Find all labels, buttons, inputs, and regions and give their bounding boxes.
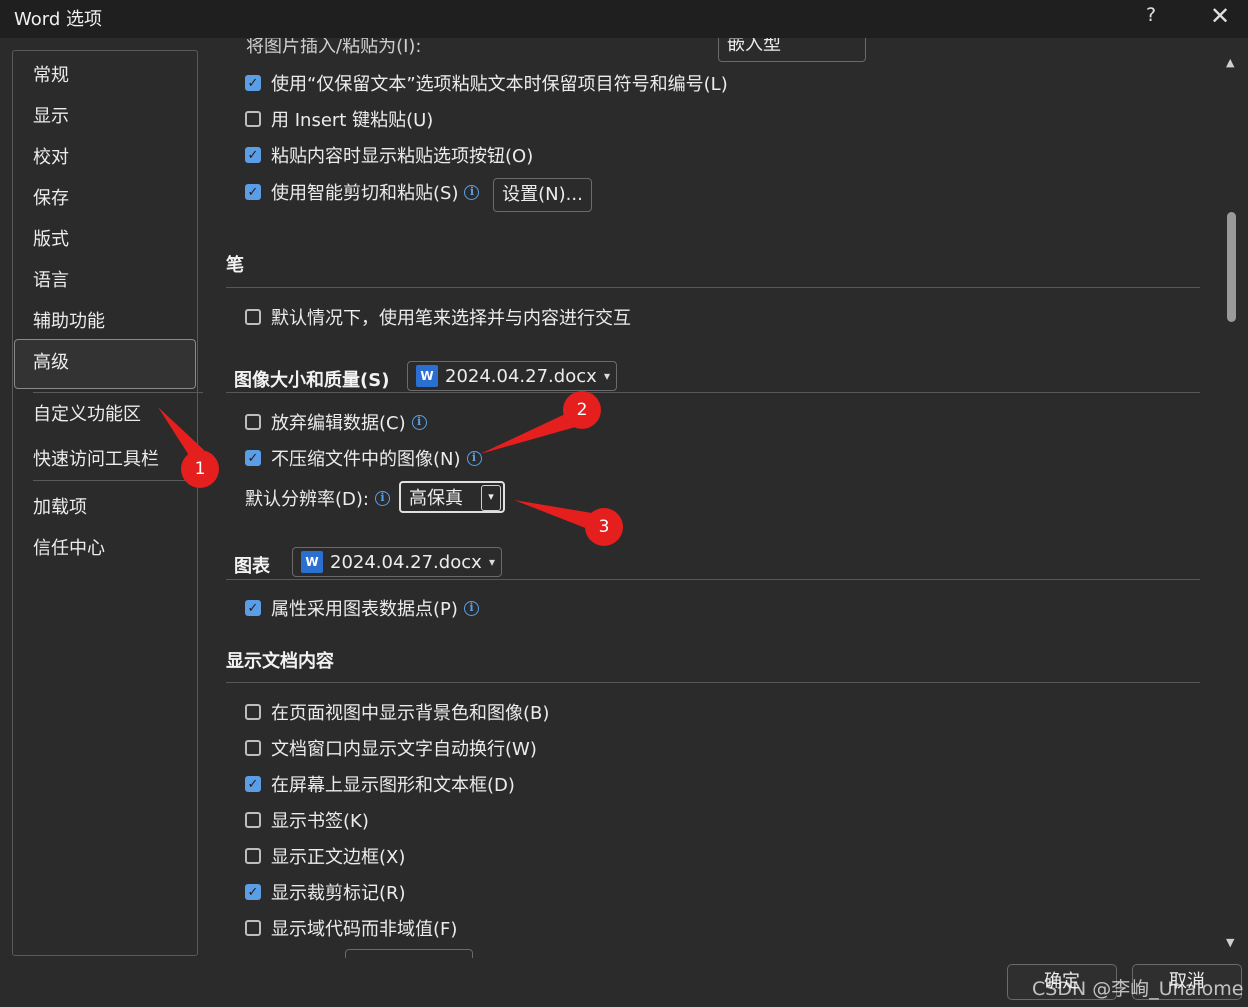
annotation-arrows: [158, 407, 598, 531]
watermark-text: CSDN @李峋_Unalome: [1032, 978, 1244, 1000]
callout-badge-2: 2: [563, 391, 601, 429]
callout-badge-3: 3: [585, 508, 623, 546]
callout-badge-1: 1: [181, 450, 219, 488]
